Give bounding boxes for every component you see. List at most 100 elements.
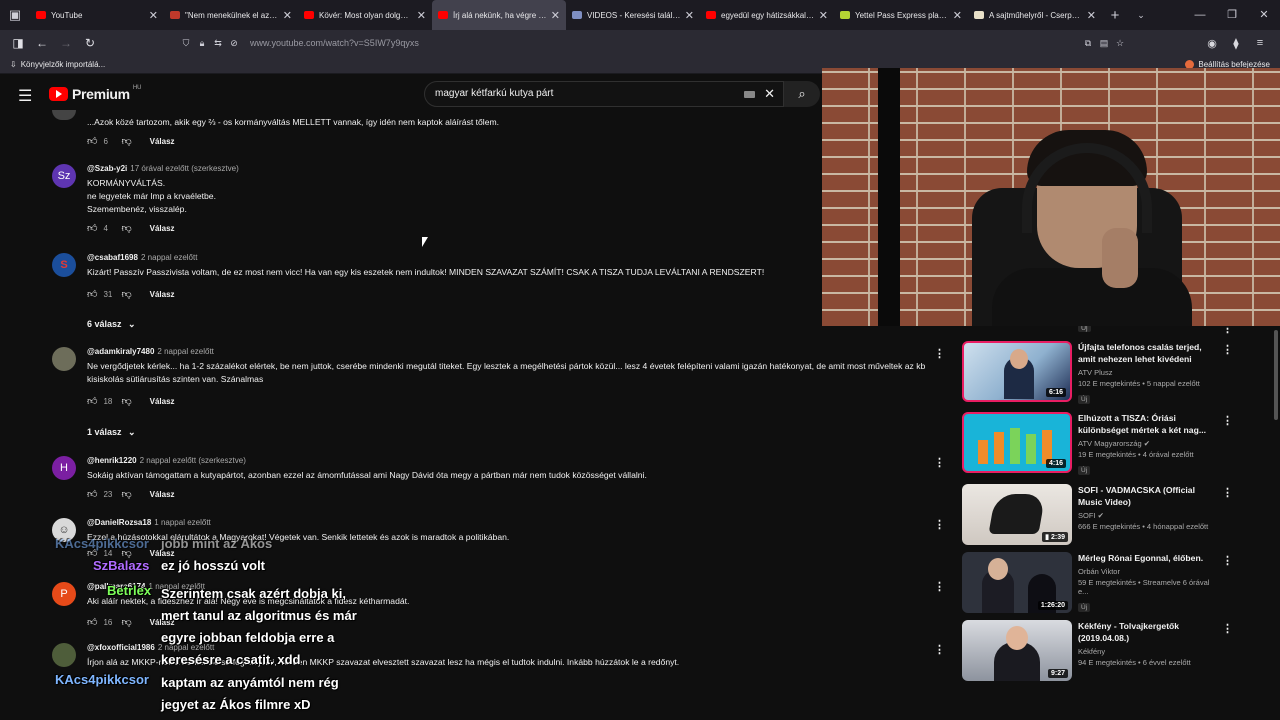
comment-more-icon[interactable]: ⋮ xyxy=(934,456,945,469)
video-more-icon[interactable]: ⋮ xyxy=(1222,343,1233,356)
chat-username: Betrlex xyxy=(107,583,152,598)
sidebar-toggle-icon[interactable]: ◨ xyxy=(6,36,30,50)
reply-button[interactable]: Válasz xyxy=(150,137,175,146)
browser-tab[interactable]: Kövér: Most olyan dolgot c ✕ xyxy=(298,0,432,30)
video-more-icon[interactable]: ⋮ xyxy=(1222,622,1233,635)
reply-button[interactable]: Válasz xyxy=(150,397,175,406)
keyboard-icon[interactable] xyxy=(744,91,755,98)
browser-tab[interactable]: A sajtműhelyről - Cserpes S ✕ xyxy=(968,0,1102,30)
avatar[interactable]: Sz xyxy=(52,164,76,188)
tab-list-chevron-icon[interactable]: ⌄ xyxy=(1128,10,1154,21)
shield-icon[interactable]: ⛉ xyxy=(178,38,194,49)
youtube-logo[interactable]: Premium HU xyxy=(49,85,141,102)
video-thumbnail[interactable]: 6:16 xyxy=(962,341,1072,402)
dislike-icon[interactable]: 👎︎ xyxy=(121,222,131,234)
close-tab-icon[interactable]: ✕ xyxy=(551,9,560,22)
recommended-video[interactable]: 6:16 Újfajta telefonos csalás terjed, am… xyxy=(962,341,1233,404)
close-tab-icon[interactable]: ✕ xyxy=(283,9,292,22)
browser-tab[interactable]: "Nem menekülnek el az em ✕ xyxy=(164,0,298,30)
close-window-icon[interactable]: ✕ xyxy=(1248,0,1280,30)
video-more-icon[interactable]: ⋮ xyxy=(1222,486,1233,499)
recommended-video[interactable]: 9:27 Kékfény - Tolvajkergetők (2019.04.0… xyxy=(962,620,1233,682)
replies-toggle[interactable]: 1 válasz ⌄ xyxy=(87,427,136,438)
browser-tab[interactable]: egyedül egy hátizsákkal az ✕ xyxy=(700,0,834,30)
close-tab-icon[interactable]: ✕ xyxy=(417,9,426,22)
camera-blocked-icon[interactable]: ⊘ xyxy=(226,38,242,49)
restore-icon[interactable]: ❐ xyxy=(1216,0,1248,30)
guide-menu-icon[interactable]: ☰ xyxy=(18,86,32,106)
recommended-video[interactable]: ▮ 2:39 SOFI - VADMACSKA (Official Music … xyxy=(962,484,1233,546)
browser-tab[interactable]: VIDEOS - Keresési találatok ✕ xyxy=(566,0,700,30)
window-controls: — ❐ ✕ xyxy=(1184,0,1280,30)
comment-more-icon[interactable]: ⋮ xyxy=(934,347,945,360)
avatar[interactable]: S xyxy=(52,253,76,277)
extensions-icon[interactable]: ⧫ xyxy=(1224,37,1248,50)
menu-icon[interactable]: ≡ xyxy=(1248,37,1272,50)
tab-overview-icon[interactable]: ▣ xyxy=(0,0,30,30)
streamer-body xyxy=(992,268,1192,326)
close-tab-icon[interactable]: ✕ xyxy=(685,9,694,22)
page-scrollbar[interactable] xyxy=(1274,330,1278,420)
video-thumbnail[interactable]: 1:26:20 xyxy=(962,552,1072,613)
close-tab-icon[interactable]: ✕ xyxy=(149,9,158,22)
permissions-icon[interactable]: ⇆ xyxy=(210,38,226,49)
close-tab-icon[interactable]: ✕ xyxy=(819,9,828,22)
bookmark-star-icon[interactable]: ☆ xyxy=(1112,38,1128,49)
like-icon[interactable]: 👍︎ xyxy=(87,488,97,500)
video-thumbnail[interactable]: 4:16 xyxy=(962,412,1072,473)
close-tab-icon[interactable]: ✕ xyxy=(1087,9,1096,22)
reply-button[interactable]: Válasz xyxy=(150,224,175,233)
close-tab-icon[interactable]: ✕ xyxy=(953,9,962,22)
like-icon[interactable]: 👍︎ xyxy=(87,135,97,147)
recommended-video[interactable]: 4:16 Elhúzott a TISZA: Óriási különbsége… xyxy=(962,412,1233,475)
chevron-down-icon: ⌄ xyxy=(128,319,136,329)
toolbar-right: ◉ ⧫ ≡ xyxy=(1200,37,1272,50)
dislike-icon[interactable]: 👎︎ xyxy=(121,288,131,300)
recommended-video[interactable]: 1:26:20 Mérleg Rónai Egonnal, élőben. Or… xyxy=(962,552,1233,614)
dislike-icon[interactable]: 👎︎ xyxy=(121,616,131,628)
reader-view-icon[interactable]: ▤ xyxy=(1096,38,1112,49)
bookmark-import[interactable]: ⇩ Könyvjelzők importálá... xyxy=(10,60,105,69)
search-button[interactable]: ⌕ xyxy=(784,81,820,107)
minimize-icon[interactable]: — xyxy=(1184,0,1216,30)
video-more-icon[interactable]: ⋮ xyxy=(1222,554,1233,567)
back-icon[interactable]: ← xyxy=(30,36,54,50)
reload-icon[interactable]: ↻ xyxy=(78,36,102,50)
search-input[interactable]: magyar kétfarkú kutya párt ✕ xyxy=(424,81,784,107)
video-more-icon[interactable]: ⋮ xyxy=(1222,414,1233,427)
avatar[interactable] xyxy=(52,347,76,371)
reply-button[interactable]: Válasz xyxy=(150,490,175,499)
dislike-icon[interactable]: 👎︎ xyxy=(121,135,131,147)
like-icon[interactable]: 👍︎ xyxy=(87,288,97,300)
comment-more-icon[interactable]: ⋮ xyxy=(934,643,945,656)
comment-more-icon[interactable]: ⋮ xyxy=(934,518,945,531)
video-thumbnail[interactable]: ▮ 2:39 xyxy=(962,484,1072,545)
video-thumbnail[interactable]: 9:27 xyxy=(962,620,1072,681)
like-icon[interactable]: 👍︎ xyxy=(87,222,97,234)
browser-tab[interactable]: Yettel Pass Express plan - E ✕ xyxy=(834,0,968,30)
clear-search-icon[interactable]: ✕ xyxy=(764,86,775,102)
like-icon[interactable]: 👍︎ xyxy=(87,395,97,407)
screenshot-icon[interactable]: ⧉ xyxy=(1080,38,1096,49)
forward-icon[interactable]: → xyxy=(54,36,78,50)
account-icon[interactable]: ◉ xyxy=(1200,37,1224,50)
url-text[interactable]: www.youtube.com/watch?v=S5IW7y9qyxs xyxy=(250,38,419,48)
url-bar[interactable]: ⛉ 🔒︎ ⇆ ⊘ www.youtube.com/watch?v=S5IW7y9… xyxy=(178,33,1128,53)
replies-toggle[interactable]: 6 válasz ⌄ xyxy=(87,319,136,330)
avatar[interactable]: P xyxy=(52,582,76,606)
like-icon[interactable]: 👍︎ xyxy=(87,616,97,628)
browser-tab[interactable]: YouTube ✕ xyxy=(30,0,164,30)
avatar[interactable]: H xyxy=(52,456,76,480)
comment-more-icon[interactable]: ⋮ xyxy=(934,580,945,593)
chat-username: KAcs4pikkcsor xyxy=(55,672,149,687)
dislike-icon[interactable]: 👎︎ xyxy=(121,395,131,407)
avatar[interactable] xyxy=(52,643,76,667)
lock-icon[interactable]: 🔒︎ xyxy=(194,38,210,49)
reply-button[interactable]: Válasz xyxy=(150,290,175,299)
avatar[interactable] xyxy=(52,110,76,120)
browser-tab-active[interactable]: Írj alá nekünk, ha végre nem ✕ xyxy=(432,0,566,30)
new-tab-icon[interactable]: + xyxy=(1102,7,1128,24)
dislike-icon[interactable]: 👎︎ xyxy=(121,488,131,500)
browser-tab-bar: ▣ YouTube ✕ "Nem menekülnek el az em ✕ Köv… xyxy=(0,0,1280,30)
comment-actions: 👍︎ 6 👎︎ Válasz xyxy=(87,135,175,147)
